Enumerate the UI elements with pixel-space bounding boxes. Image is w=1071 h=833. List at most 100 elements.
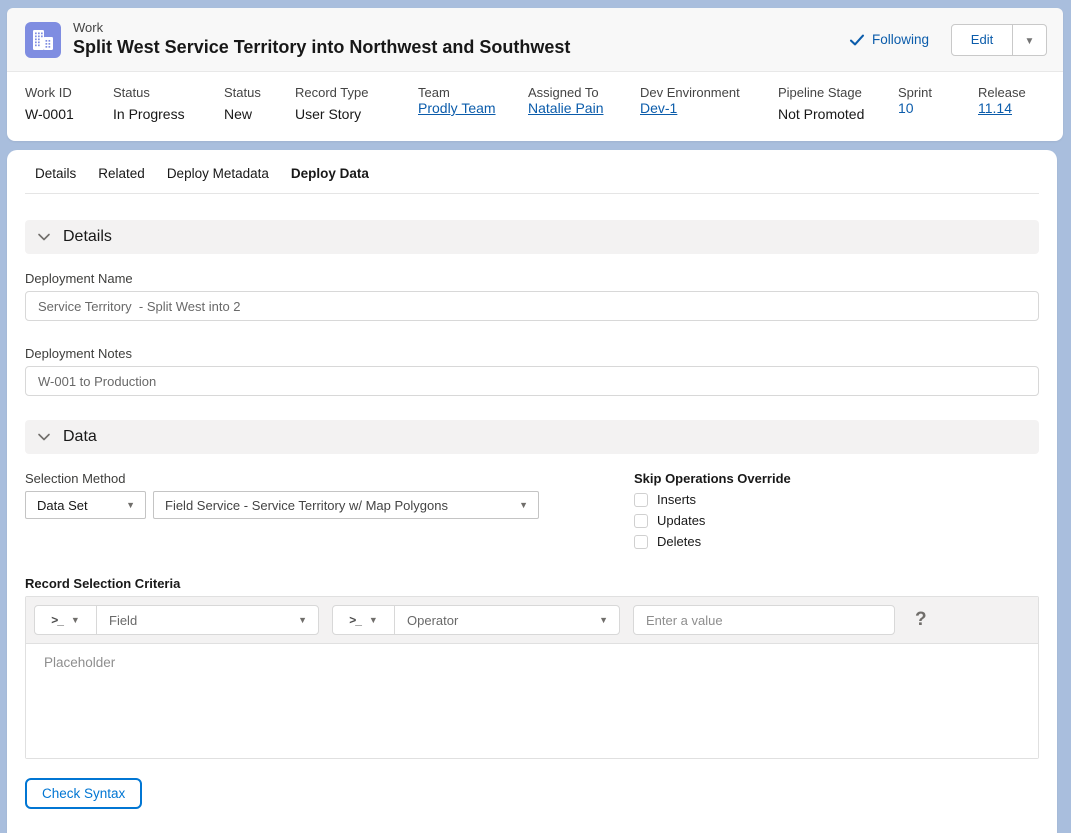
- inserts-checkbox[interactable]: [634, 492, 648, 507]
- data-set-value: Field Service - Service Territory w/ Map…: [165, 497, 448, 513]
- field-label: Sprint: [898, 85, 932, 100]
- skip-operations-group: Skip Operations Override Inserts Updates…: [634, 454, 1039, 549]
- field-record-type: Record Type User Story: [295, 85, 368, 122]
- work-object-icon: [25, 21, 61, 58]
- header-text: Work Split West Service Territory into N…: [73, 20, 570, 59]
- field-function-dropdown[interactable]: >_ ▼: [35, 606, 97, 634]
- dev-environment-link[interactable]: Dev-1: [640, 100, 677, 116]
- field-combo[interactable]: >_ ▼ Field ▼: [34, 605, 319, 635]
- header-actions: Following Edit ▼: [849, 23, 1047, 56]
- updates-label: Updates: [657, 513, 706, 528]
- deployment-name-input[interactable]: [25, 291, 1039, 321]
- selection-method-dropdown[interactable]: Data Set ▼: [25, 491, 146, 519]
- updates-option: Updates: [634, 513, 1039, 528]
- page-header-title-group: Work Split West Service Territory into N…: [25, 20, 570, 59]
- selection-method-value: Data Set: [37, 497, 88, 513]
- chevron-down-icon: ▼: [368, 615, 378, 625]
- field-value: Not Promoted: [778, 106, 865, 122]
- buildings-icon: [33, 29, 53, 50]
- field-value: User Story: [295, 106, 362, 122]
- field-label: Status: [224, 85, 261, 100]
- field-status-2: Status New: [224, 85, 261, 122]
- team-link[interactable]: Prodly Team: [418, 100, 496, 116]
- highlights-panel: Work ID W-0001 Status In Progress Status…: [7, 72, 1063, 141]
- section-title: Data: [63, 428, 97, 445]
- operator-function-dropdown[interactable]: >_ ▼: [333, 606, 395, 634]
- selection-method-label: Selection Method: [25, 471, 126, 486]
- record-detail-card: Details Related Deploy Metadata Deploy D…: [7, 150, 1057, 833]
- chevron-down-icon: ▼: [126, 500, 135, 510]
- record-title: Split West Service Territory into Northw…: [73, 37, 571, 58]
- inserts-option: Inserts: [634, 492, 1039, 507]
- field-label: Release: [978, 85, 1026, 100]
- field-value: New: [224, 106, 253, 122]
- field-value: In Progress: [113, 106, 185, 122]
- check-icon: [849, 34, 865, 45]
- check-syntax-button[interactable]: Check Syntax: [25, 778, 143, 809]
- chevron-down-icon: [38, 433, 50, 441]
- field-sprint: Sprint 10: [898, 85, 932, 118]
- following-button[interactable]: Following: [849, 32, 929, 48]
- data-section-body: Selection Method Data Set ▼ Field Servic…: [25, 454, 1039, 549]
- skip-operations-label: Skip Operations Override: [634, 471, 791, 486]
- selection-method-group: Selection Method Data Set ▼ Field Servic…: [25, 454, 634, 549]
- tab-details[interactable]: Details: [35, 166, 76, 193]
- criteria-editor[interactable]: Placeholder: [26, 644, 1038, 758]
- data-section-header[interactable]: Data: [25, 420, 1039, 454]
- operator-dropdown[interactable]: Operator ▼: [395, 613, 619, 628]
- inserts-label: Inserts: [657, 492, 697, 507]
- deletes-option: Deletes: [634, 534, 1039, 549]
- chevron-down-icon: ▼: [1024, 36, 1035, 47]
- chevron-down-icon: ▼: [519, 500, 528, 510]
- deployment-name-label: Deployment Name: [25, 271, 133, 286]
- edit-button-group: Edit ▼: [951, 23, 1047, 56]
- field-status-1: Status In Progress: [113, 85, 185, 122]
- field-placeholder: Field: [109, 612, 138, 628]
- field-label: Dev Environment: [640, 85, 740, 100]
- help-icon[interactable]: ?: [915, 609, 927, 631]
- release-link[interactable]: 11.14: [978, 100, 1012, 116]
- field-label: Record Type: [295, 85, 369, 100]
- tab-bar: Details Related Deploy Metadata Deploy D…: [25, 150, 1039, 194]
- field-label: Work ID: [25, 85, 72, 100]
- operator-placeholder: Operator: [407, 612, 459, 628]
- deletes-checkbox[interactable]: [634, 534, 648, 549]
- field-label: Status: [113, 85, 150, 100]
- field-release: Release 11.14: [978, 85, 1026, 118]
- deletes-label: Deletes: [657, 534, 702, 549]
- edit-button[interactable]: Edit: [951, 23, 1013, 56]
- entity-type-label: Work: [73, 20, 104, 36]
- chevron-down-icon: ▼: [599, 615, 608, 625]
- page-header: Work Split West Service Territory into N…: [7, 8, 1063, 72]
- chevron-down-icon: [38, 233, 50, 241]
- field-label: Pipeline Stage: [778, 85, 862, 100]
- field-dropdown[interactable]: Field ▼: [97, 613, 318, 628]
- selection-method-row: Data Set ▼ Field Service - Service Terri…: [25, 491, 634, 519]
- prompt-icon: >_: [349, 613, 362, 627]
- record-selection-criteria-label: Record Selection Criteria: [25, 576, 181, 591]
- following-label: Following: [871, 32, 929, 47]
- field-label: Team: [418, 85, 450, 100]
- header-more-actions-button[interactable]: ▼: [1013, 23, 1047, 56]
- tab-related[interactable]: Related: [98, 166, 145, 193]
- tab-deploy-metadata[interactable]: Deploy Metadata: [167, 166, 269, 193]
- field-dev-environment: Dev Environment Dev-1: [640, 85, 740, 118]
- field-assigned-to: Assigned To Natalie Pain: [528, 85, 604, 118]
- operator-combo[interactable]: >_ ▼ Operator ▼: [332, 605, 620, 635]
- chevron-down-icon: ▼: [298, 615, 307, 625]
- sprint-link[interactable]: 10: [898, 100, 914, 116]
- prompt-icon: >_: [51, 613, 64, 627]
- updates-checkbox[interactable]: [634, 513, 648, 528]
- details-section-header[interactable]: Details: [25, 220, 1039, 254]
- value-input[interactable]: [633, 605, 895, 635]
- section-title: Details: [63, 228, 112, 245]
- deployment-notes-input[interactable]: [25, 366, 1039, 396]
- data-set-dropdown[interactable]: Field Service - Service Territory w/ Map…: [153, 491, 539, 519]
- field-work-id: Work ID W-0001: [25, 85, 74, 122]
- field-label: Assigned To: [528, 85, 599, 100]
- chevron-down-icon: ▼: [70, 615, 80, 625]
- deployment-notes-label: Deployment Notes: [25, 346, 132, 361]
- field-value: W-0001: [25, 106, 74, 122]
- assigned-to-link[interactable]: Natalie Pain: [528, 100, 604, 116]
- tab-deploy-data[interactable]: Deploy Data: [291, 166, 369, 193]
